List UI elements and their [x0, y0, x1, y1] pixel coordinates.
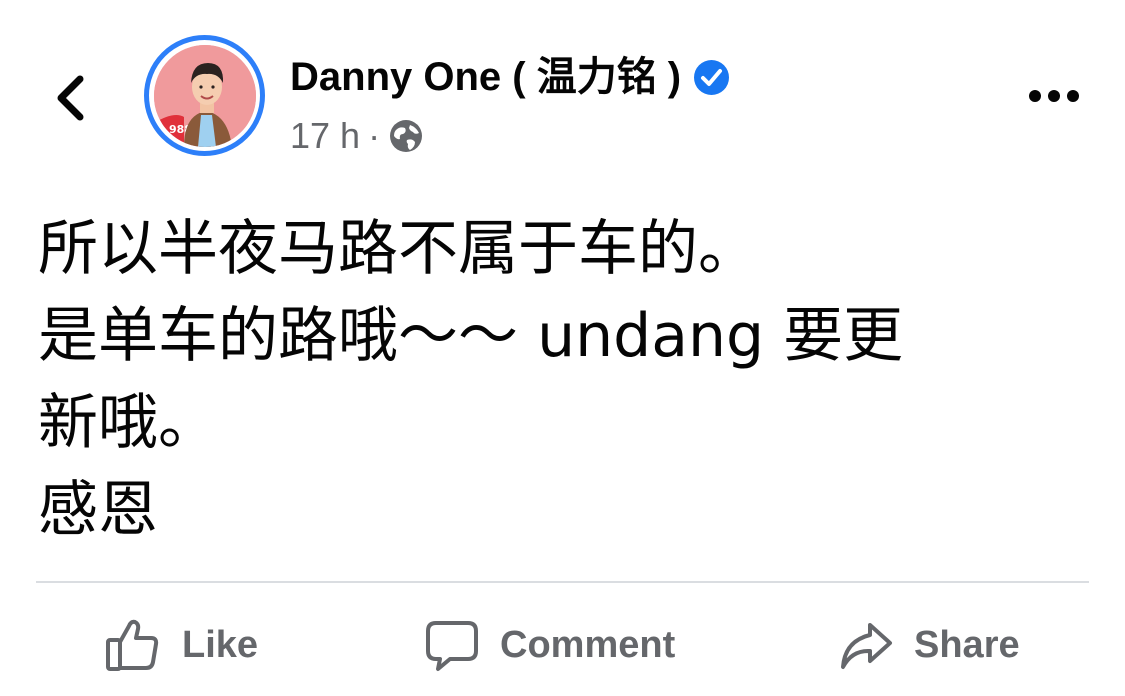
comment-label: Comment: [500, 623, 676, 666]
verified-badge-icon: [694, 59, 730, 95]
more-options-button[interactable]: [1024, 80, 1084, 112]
post-text-line: 感恩: [38, 475, 158, 545]
like-button[interactable]: Like: [104, 607, 258, 683]
post-text-line: 新哦。: [38, 388, 218, 458]
author-name-text: Danny One ( 温力铭 ): [290, 55, 682, 99]
meta-separator: ·: [368, 115, 381, 156]
post-time[interactable]: 17 h: [290, 114, 360, 158]
post-text: 所以半夜马路不属于车的。 是单车的路哦～～ undang 要更 新哦。 感恩: [38, 206, 1088, 554]
share-button[interactable]: Share: [838, 607, 1020, 683]
profile-photo: 988: [153, 44, 256, 147]
author-avatar[interactable]: 988: [144, 35, 265, 156]
author-name[interactable]: Danny One ( 温力铭 ): [290, 51, 730, 103]
post-view: 988 Danny One ( 温力铭 ) 17 h · 所以半夜马路不属于车的…: [0, 0, 1125, 696]
action-bar: Like Comment Share: [0, 607, 1125, 683]
chevron-left-icon: [57, 75, 84, 121]
comment-icon: [426, 621, 478, 671]
share-label: Share: [914, 623, 1020, 666]
comment-button[interactable]: Comment: [424, 607, 675, 683]
share-arrow-icon: [841, 623, 892, 669]
divider: [36, 581, 1089, 583]
avatar: 988: [153, 44, 256, 147]
thumbs-up-icon: [106, 619, 159, 671]
like-label: Like: [182, 623, 259, 666]
back-button[interactable]: [44, 68, 96, 128]
post-meta: 17 h ·: [290, 114, 424, 158]
post-text-line: 是单车的路哦～～ undang 要更: [38, 301, 904, 371]
globe-icon: [390, 120, 423, 152]
post-text-line: 所以半夜马路不属于车的。: [38, 214, 758, 284]
more-horizontal-icon: [1029, 90, 1079, 102]
